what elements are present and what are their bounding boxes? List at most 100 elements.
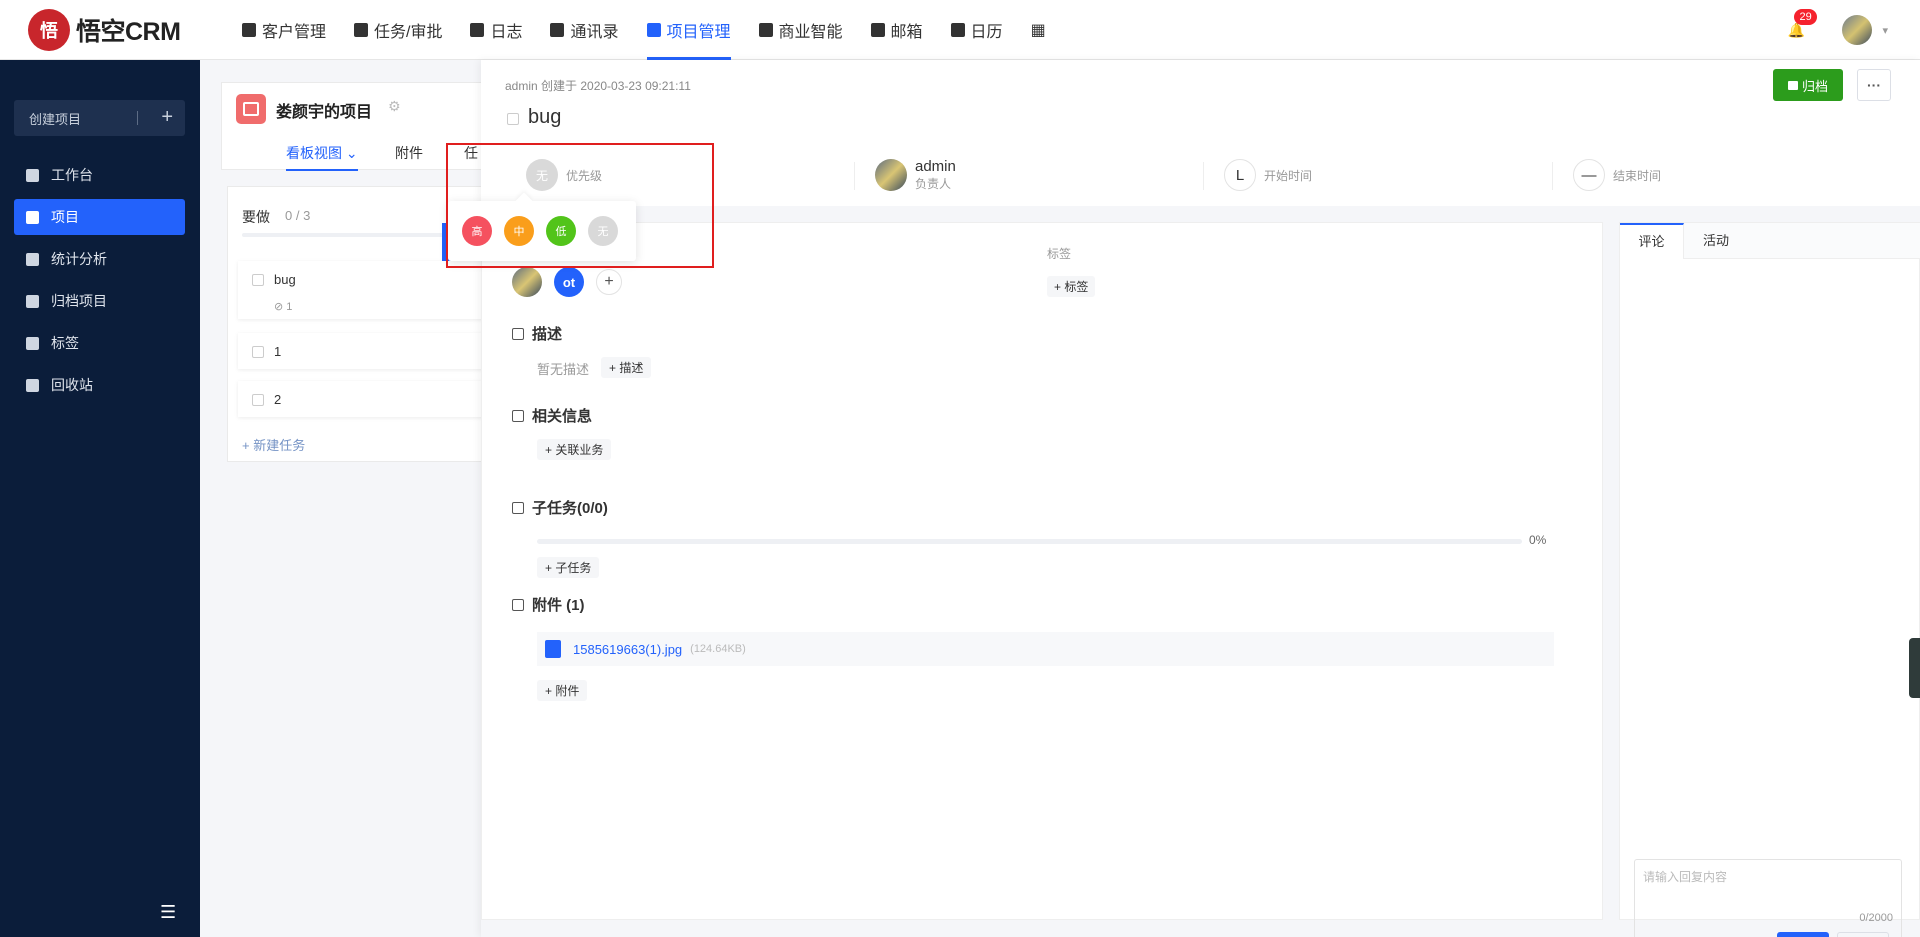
archive-button[interactable]: 归档 xyxy=(1773,69,1843,101)
sidebar-item-label: 归档项目 xyxy=(51,293,107,309)
sidebar-item-recycle[interactable]: 回收站 xyxy=(14,367,185,403)
archive-icon xyxy=(1787,80,1798,90)
project-icon xyxy=(646,22,661,37)
nav-bi[interactable]: 商业智能 xyxy=(745,0,857,60)
gear-icon[interactable]: ⚙ xyxy=(388,98,401,115)
tab-attachments[interactable]: 附件 xyxy=(395,143,423,163)
tab-board-view[interactable]: 看板视图 ⌄ xyxy=(286,143,358,171)
bar-chart-icon xyxy=(26,252,39,266)
column-count: 0 / 3 xyxy=(285,208,311,223)
mail-icon xyxy=(870,22,885,37)
plus-icon[interactable]: + xyxy=(161,106,173,129)
nav-calendar[interactable]: 日历 xyxy=(937,0,1017,60)
member-avatar-ot[interactable]: ot xyxy=(554,267,584,297)
image-file-icon xyxy=(545,640,561,658)
task-card[interactable]: bug ⊘ 1 xyxy=(238,261,502,319)
start-time-field[interactable]: L 开始时间 xyxy=(1224,150,1312,200)
add-subtask-button[interactable]: + 子任务 xyxy=(537,557,600,578)
sidebar-item-statistics[interactable]: 统计分析 xyxy=(14,241,185,277)
sidebar-item-workbench[interactable]: 工作台 xyxy=(14,157,185,193)
subtask-progress-bar xyxy=(537,539,1522,544)
nav-label: 通讯录 xyxy=(570,23,619,41)
divider xyxy=(1552,162,1553,190)
sidebar-item-project[interactable]: 项目 xyxy=(14,199,185,235)
owner-field[interactable]: admin 负责人 xyxy=(875,150,956,200)
related-section-title: 相关信息 xyxy=(512,405,592,426)
sidebar-item-tags[interactable]: 标签 xyxy=(14,325,185,361)
task-card[interactable]: 1 xyxy=(238,333,502,369)
nav-log[interactable]: 日志 xyxy=(456,0,536,60)
link-icon xyxy=(512,409,524,422)
bell-icon[interactable]: 🔔 29 xyxy=(1786,9,1817,40)
logo-text: 悟空CRM xyxy=(76,17,181,46)
nav-label: 日志 xyxy=(490,23,523,41)
reply-button[interactable]: 回复 xyxy=(1777,932,1829,937)
tag-label: 标签 xyxy=(1047,247,1072,261)
user-avatar[interactable] xyxy=(1842,15,1873,45)
attachment-section-title: 附件 (1) xyxy=(512,594,585,615)
comment-panel: 评论 活动 请输入回复内容 0/2000 回复 取消 xyxy=(1619,222,1920,937)
divider xyxy=(854,162,855,190)
reply-counter: 0/2000 xyxy=(1859,912,1893,924)
nav-tasks[interactable]: 任务/审批 xyxy=(340,0,456,60)
monkey-logo-icon: 悟 xyxy=(28,8,70,51)
member-list: ot + xyxy=(512,267,622,297)
sidebar-item-label: 标签 xyxy=(51,335,79,351)
sidebar-item-archived[interactable]: 归档项目 xyxy=(14,283,185,319)
notebook-icon xyxy=(470,22,485,37)
chevron-down-icon[interactable]: ▾ xyxy=(1882,24,1888,37)
nav-label: 日历 xyxy=(970,23,1003,41)
task-name: 1 xyxy=(274,344,282,359)
add-tag-button[interactable]: + 标签 xyxy=(1047,276,1096,297)
collapse-sidebar-icon[interactable]: ☰ xyxy=(160,902,176,923)
end-time-icon: — xyxy=(1573,159,1605,191)
project-title: 娄颜宇的项目 xyxy=(276,104,373,121)
cancel-button[interactable]: 取消 xyxy=(1837,932,1889,937)
new-task-link[interactable]: + 新建任务 xyxy=(242,435,305,454)
tab-comments[interactable]: 评论 xyxy=(1620,223,1684,259)
add-description-button[interactable]: + 描述 xyxy=(601,357,652,378)
task-checkbox[interactable] xyxy=(252,346,264,358)
member-avatar[interactable] xyxy=(512,267,542,297)
nav-contacts[interactable]: 通讯录 xyxy=(536,0,632,60)
add-attachment-button[interactable]: + 附件 xyxy=(537,680,588,701)
task-complete-checkbox[interactable] xyxy=(507,113,519,125)
create-project-button[interactable]: 创建项目 + xyxy=(14,100,185,136)
task-checkbox[interactable] xyxy=(252,394,264,406)
tab-activity[interactable]: 活动 xyxy=(1684,223,1748,259)
nav-customer[interactable]: 客户管理 xyxy=(228,0,340,60)
add-member-button[interactable]: + xyxy=(596,269,622,295)
nav-label: 任务/审批 xyxy=(374,23,443,41)
task-card[interactable]: 2 xyxy=(238,381,502,417)
section-title-text: 相关信息 xyxy=(532,408,593,425)
more-button[interactable]: ··· xyxy=(1857,69,1891,101)
nav-label: 项目管理 xyxy=(666,23,731,41)
attachment-name[interactable]: 1585619663(1).jpg xyxy=(573,642,682,657)
phone-book-icon xyxy=(550,22,565,37)
task-title[interactable]: bug xyxy=(528,106,561,129)
briefcase-icon xyxy=(354,22,369,37)
sidebar-item-label: 统计分析 xyxy=(51,251,107,267)
add-related-button[interactable]: + 关联业务 xyxy=(537,439,612,460)
divider xyxy=(1203,162,1204,190)
grid-menu-icon[interactable]: ▦ xyxy=(1017,0,1060,60)
subtask-percent: 0% xyxy=(1529,533,1547,547)
attachment-count: ⊘ 1 xyxy=(274,301,293,313)
task-checkbox[interactable] xyxy=(252,274,264,286)
attachment-row[interactable]: 1585619663(1).jpg (124.64KB) xyxy=(537,632,1554,666)
start-time-icon: L xyxy=(1224,159,1256,191)
end-time-label: 结束时间 xyxy=(1613,168,1662,183)
edit-icon xyxy=(512,327,524,340)
subtask-icon xyxy=(512,501,524,514)
divider xyxy=(137,111,138,125)
nav-label: 邮箱 xyxy=(890,23,923,41)
nav-project[interactable]: 项目管理 xyxy=(633,0,745,60)
section-title-text: 附件 (1) xyxy=(532,597,585,614)
logo[interactable]: 悟 悟空CRM xyxy=(28,8,214,51)
end-time-field[interactable]: — 结束时间 xyxy=(1573,150,1661,200)
side-handle[interactable] xyxy=(1909,638,1920,698)
start-time-label: 开始时间 xyxy=(1264,168,1313,183)
nav-mail[interactable]: 邮箱 xyxy=(857,0,937,60)
calendar-icon xyxy=(950,22,965,37)
reply-input[interactable]: 请输入回复内容 0/2000 回复 取消 xyxy=(1634,859,1902,937)
